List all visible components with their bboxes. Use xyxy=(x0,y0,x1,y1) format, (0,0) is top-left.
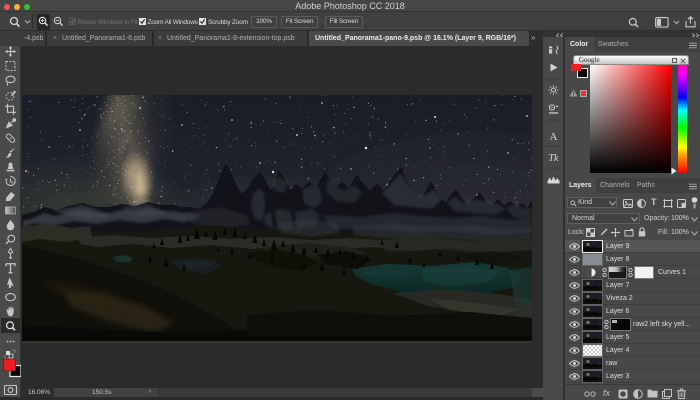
svg-text:A: A xyxy=(550,131,558,143)
svg-text:Tk: Tk xyxy=(549,153,560,164)
